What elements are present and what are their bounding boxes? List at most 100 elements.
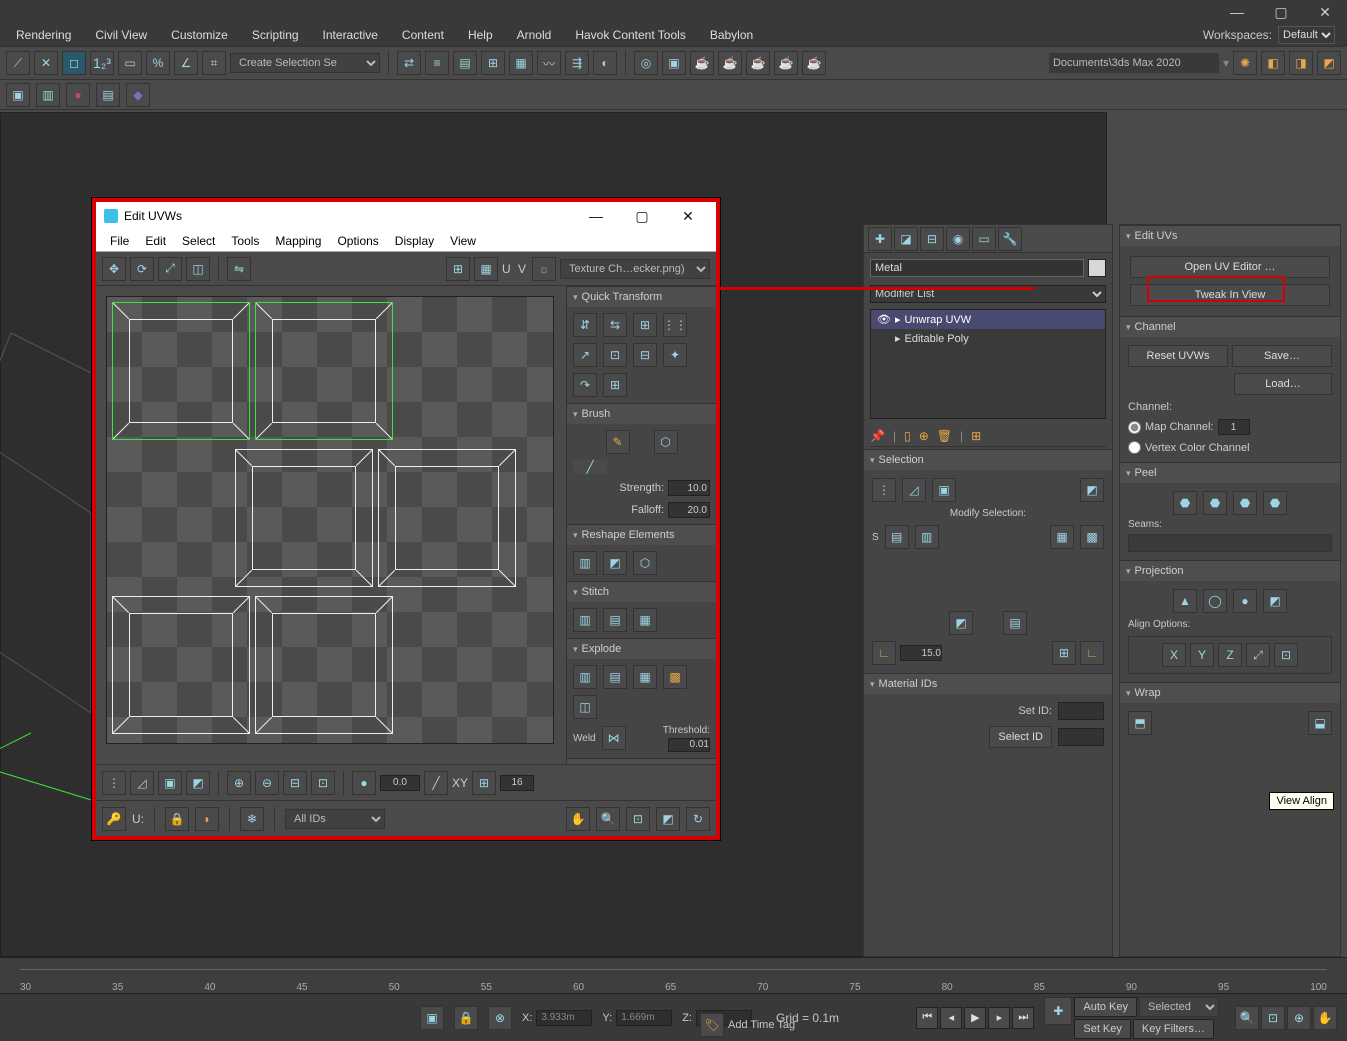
uv-face[interactable]: [255, 596, 393, 734]
map-channel-input[interactable]: [1218, 419, 1250, 435]
align-fit-icon[interactable]: ⊡: [1274, 643, 1298, 667]
teapot3-icon[interactable]: ☕: [774, 51, 798, 75]
frame-all-icon[interactable]: ◩: [656, 807, 680, 831]
qt-icon-8[interactable]: ✦: [663, 343, 687, 367]
uvws-minimize-icon[interactable]: —: [576, 208, 616, 224]
ribbon-icon[interactable]: ▦: [509, 51, 533, 75]
y-input[interactable]: [616, 1010, 672, 1026]
select-name-icon[interactable]: 1₂³: [90, 51, 114, 75]
slash-icon[interactable]: ╱: [424, 771, 448, 795]
wrap2-icon[interactable]: ⬓: [1308, 711, 1332, 735]
relax-brush-icon[interactable]: ⬡: [654, 430, 678, 454]
layers-icon[interactable]: ▤: [453, 51, 477, 75]
explode2-icon[interactable]: ▤: [603, 665, 627, 689]
rollout-stitch[interactable]: Stitch: [567, 582, 716, 602]
qt-icon-9[interactable]: ↷: [573, 373, 597, 397]
stitch3-icon[interactable]: ▦: [633, 608, 657, 632]
lock-selection-icon[interactable]: 🔒: [454, 1006, 478, 1030]
wrap1-icon[interactable]: ⬒: [1128, 711, 1152, 735]
snow-icon[interactable]: ❄: [240, 807, 264, 831]
setkey-button[interactable]: Set Key: [1074, 1019, 1131, 1039]
align-view-icon[interactable]: ⤢: [1246, 643, 1270, 667]
align-h-icon[interactable]: ⇆: [603, 313, 627, 337]
teapot1-icon[interactable]: ☕: [718, 51, 742, 75]
axis-label[interactable]: XY: [452, 776, 468, 790]
uv-face[interactable]: [112, 596, 250, 734]
uv-face[interactable]: [255, 302, 393, 440]
peel3-icon[interactable]: ⬣: [1233, 491, 1257, 515]
ids-dropdown[interactable]: All IDs: [285, 809, 385, 829]
keyfilters-button[interactable]: Key Filters…: [1133, 1019, 1214, 1039]
light2-icon[interactable]: ◧: [1261, 51, 1285, 75]
uvws-titlebar[interactable]: Edit UVWs — ▢ ✕: [96, 202, 716, 230]
uv-toggle[interactable]: U V: [502, 262, 528, 276]
rotate-value[interactable]: [380, 775, 420, 791]
menu-civil-view[interactable]: Civil View: [83, 26, 159, 44]
rollout-projection[interactable]: Projection: [1120, 561, 1340, 581]
load-uvws-button[interactable]: Load…: [1234, 373, 1332, 395]
remove-mod-icon[interactable]: 🗑: [937, 429, 952, 443]
workspaces-dropdown[interactable]: Default: [1278, 26, 1335, 44]
grid2-icon[interactable]: ▦: [474, 257, 498, 281]
map-channel-radio[interactable]: Map Channel:: [1128, 419, 1332, 435]
rollout-wrap[interactable]: Wrap: [1120, 683, 1340, 703]
nav-pan-icon[interactable]: ✋: [1313, 1006, 1337, 1030]
paint-icon[interactable]: ✎: [606, 430, 630, 454]
peel4-icon[interactable]: ⬣: [1263, 491, 1287, 515]
scene-explorer-icon[interactable]: ⊞: [481, 51, 505, 75]
align-z-button[interactable]: Z: [1218, 643, 1242, 667]
vertex-mode-icon[interactable]: ⋮: [102, 771, 126, 795]
angle-snap-icon[interactable]: ∠: [174, 51, 198, 75]
t2-icon-4[interactable]: ▤: [96, 83, 120, 107]
uvmenu-options[interactable]: Options: [329, 232, 386, 250]
uvmenu-select[interactable]: Select: [174, 232, 223, 250]
timeline[interactable]: 303540 455055 606570 758085 9095100: [0, 957, 1347, 993]
mirror-h-icon[interactable]: ⇋: [227, 257, 251, 281]
make-unique-icon[interactable]: ⊕: [919, 429, 929, 443]
align-icon[interactable]: ≡: [425, 51, 449, 75]
edge-mode-icon[interactable]: ◿: [130, 771, 154, 795]
freeform-icon[interactable]: ◫: [186, 257, 210, 281]
rollout-quick-transform[interactable]: Quick Transform: [567, 287, 716, 307]
pan-icon[interactable]: ✋: [566, 807, 590, 831]
prev-frame-icon[interactable]: ◂: [940, 1007, 962, 1029]
weld-icon[interactable]: ⋈: [602, 726, 626, 750]
tweak-in-view-button[interactable]: Tweak In View: [1130, 284, 1330, 306]
setid-input[interactable]: [1058, 702, 1104, 720]
eye-icon[interactable]: 👁: [877, 313, 891, 326]
object-name-input[interactable]: [870, 259, 1084, 277]
uvmenu-view[interactable]: View: [442, 232, 484, 250]
angle2-icon[interactable]: ∟: [1080, 641, 1104, 665]
shrink-icon[interactable]: ⊖: [255, 771, 279, 795]
window-minimize-icon[interactable]: —: [1215, 0, 1259, 24]
straighten-icon[interactable]: ▥: [573, 551, 597, 575]
qt-icon-7[interactable]: ⊟: [633, 343, 657, 367]
snap-toggle-icon[interactable]: ⊗: [488, 1006, 512, 1030]
show-end-icon[interactable]: ▯: [904, 429, 911, 443]
menu-havok[interactable]: Havok Content Tools: [563, 26, 698, 44]
rotate-icon[interactable]: ⟳: [130, 257, 154, 281]
explode1-icon[interactable]: ▥: [573, 665, 597, 689]
cube-sel-icon[interactable]: ◩: [949, 611, 973, 635]
goto-end-icon[interactable]: ⏭: [1012, 1007, 1034, 1029]
tab-hierarchy-icon[interactable]: ⊟: [920, 227, 944, 251]
align-v-icon[interactable]: ⇵: [573, 313, 597, 337]
vertex-subobj-icon[interactable]: ⋮: [872, 478, 896, 502]
tab-motion-icon[interactable]: ◉: [946, 227, 970, 251]
tab-utilities-icon[interactable]: 🔧: [998, 227, 1022, 251]
refresh-icon[interactable]: ↻: [686, 807, 710, 831]
rollout-selection[interactable]: Selection: [864, 450, 1112, 470]
add-time-tag[interactable]: Add Time Tag: [728, 1019, 795, 1031]
window-maximize-icon[interactable]: ▢: [1259, 0, 1303, 24]
grid3-icon[interactable]: ⊞: [1052, 641, 1076, 665]
zoom-region-icon[interactable]: ⊡: [626, 807, 650, 831]
rollout-channel[interactable]: Channel: [1120, 317, 1340, 337]
material-editor-icon[interactable]: ◐: [593, 51, 617, 75]
window-close-icon[interactable]: ✕: [1303, 0, 1347, 24]
qt-icon-6[interactable]: ⊡: [603, 343, 627, 367]
render-setup-icon[interactable]: ◎: [634, 51, 658, 75]
select-object-icon[interactable]: ◻: [62, 51, 86, 75]
poly-mode-icon[interactable]: ▣: [158, 771, 182, 795]
grid-value[interactable]: [500, 775, 534, 791]
link-icon[interactable]: ⟋: [6, 51, 30, 75]
